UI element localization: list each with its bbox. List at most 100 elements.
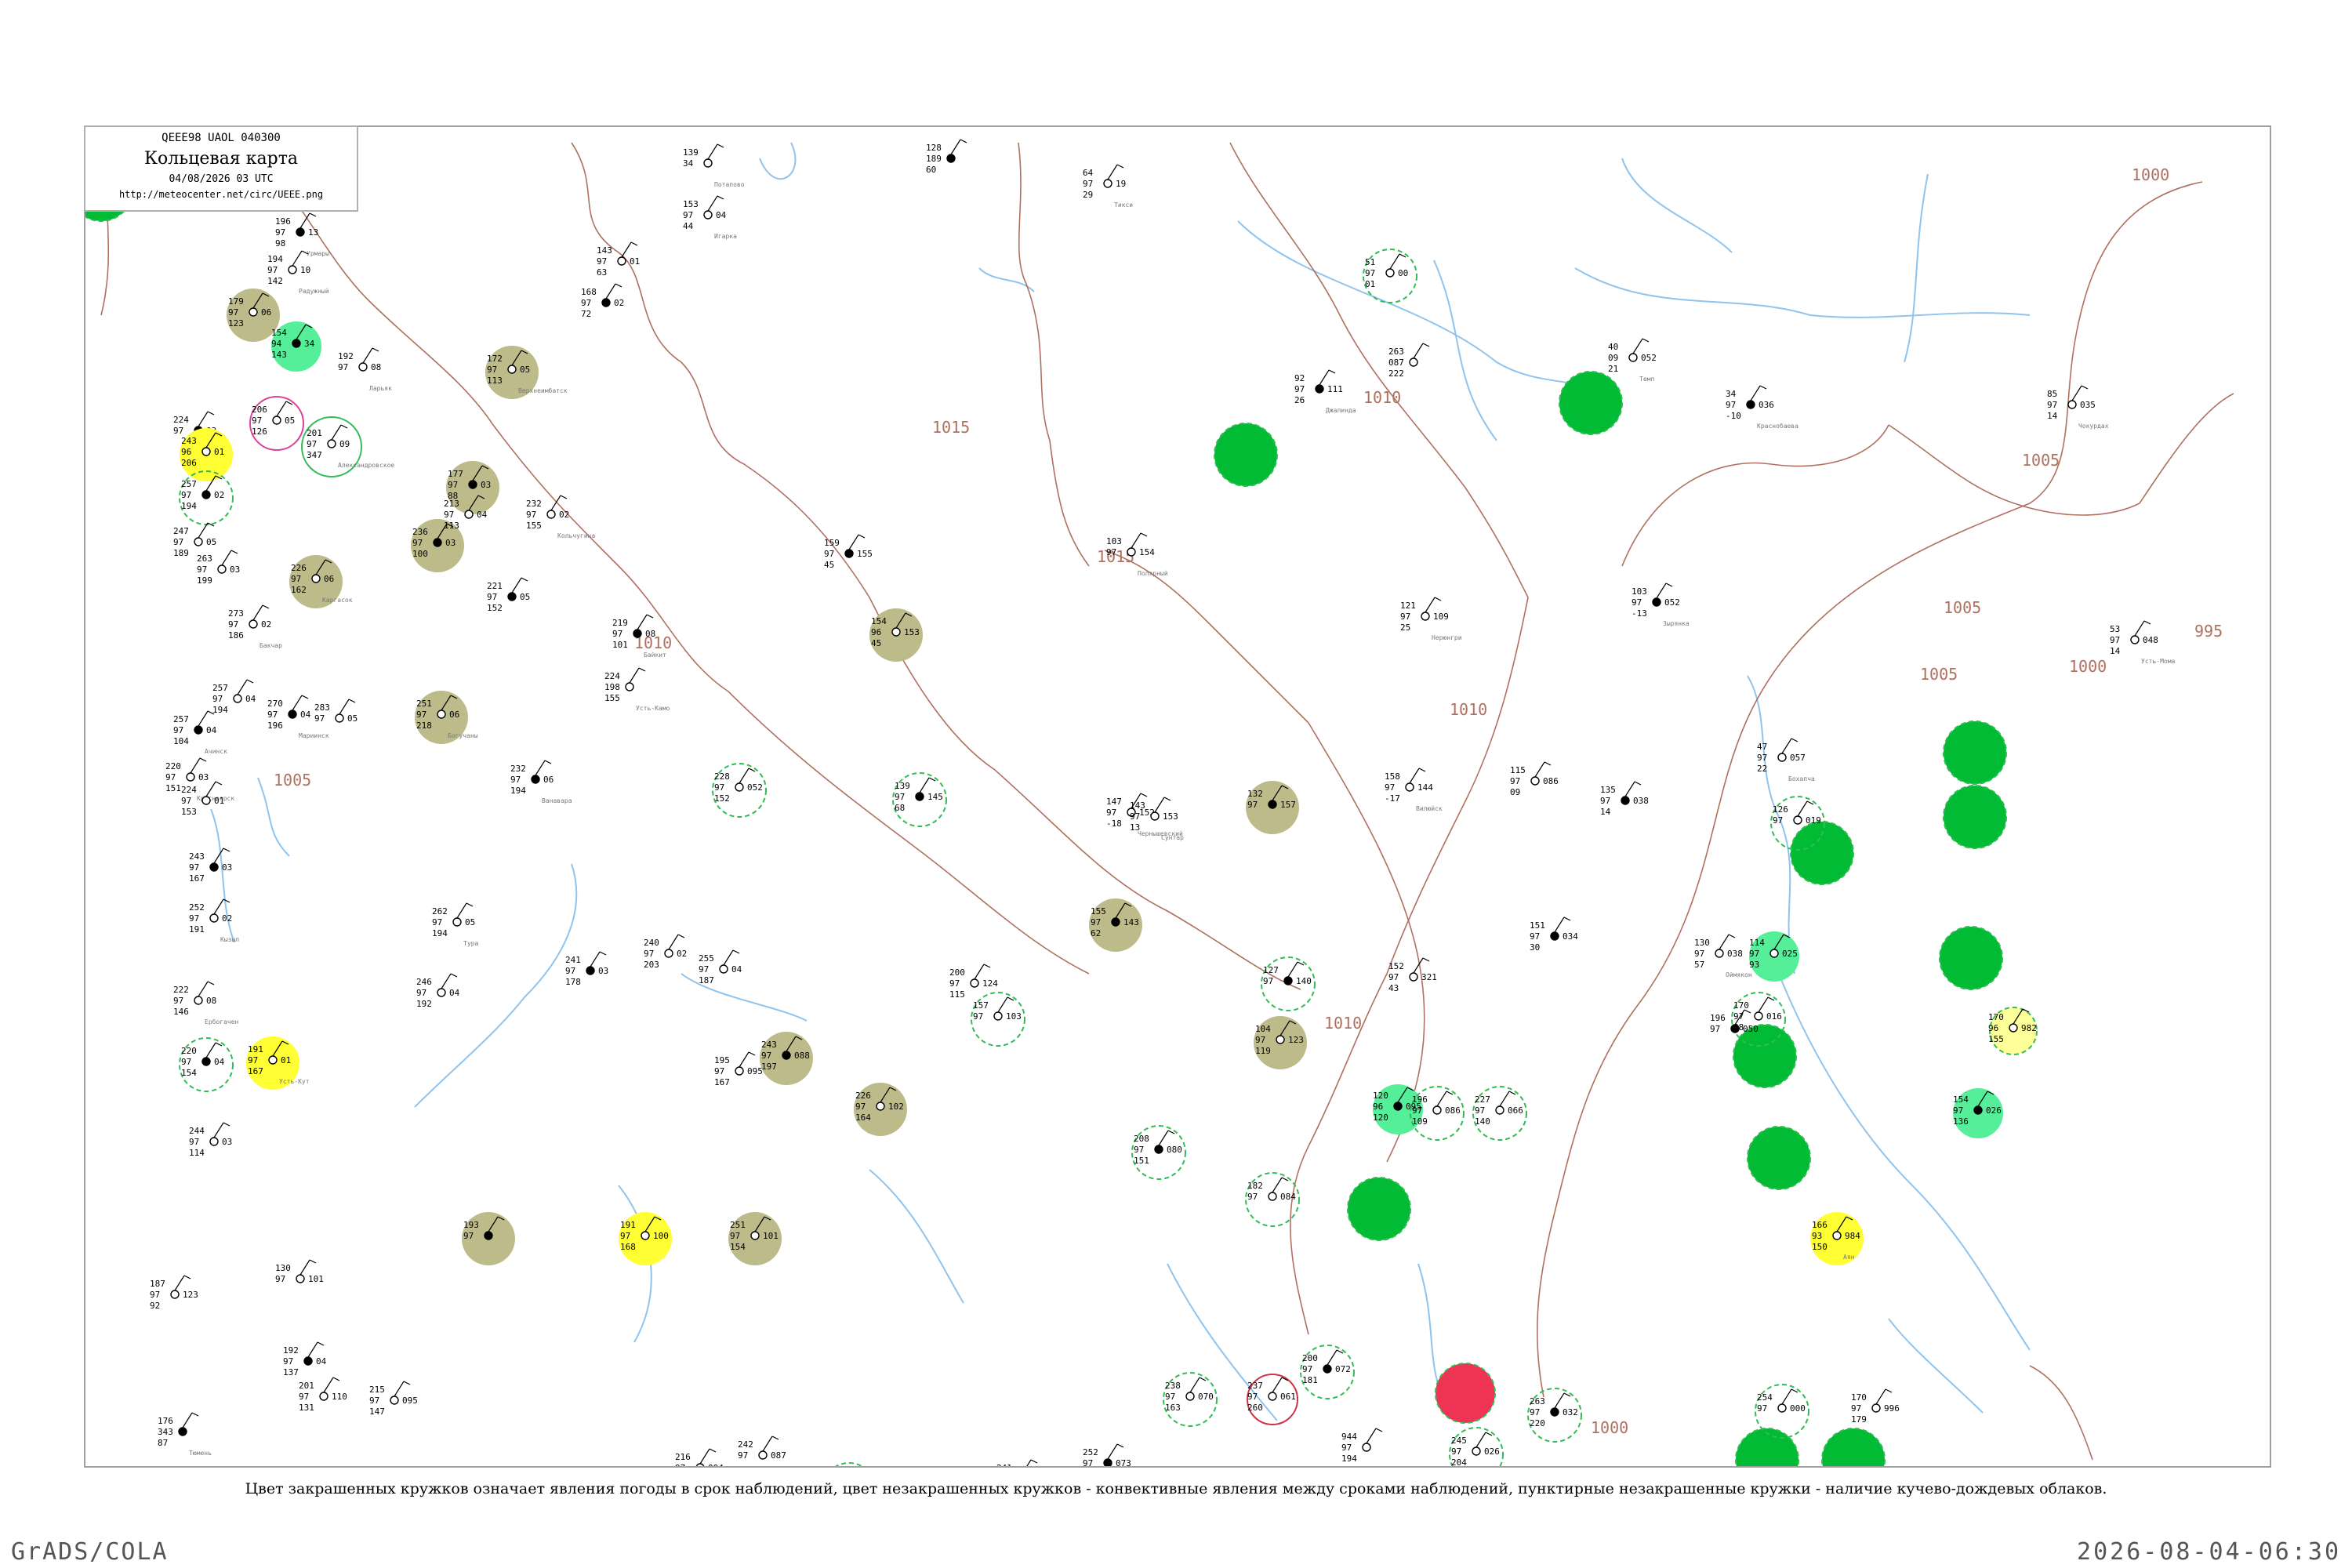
station-plot[interactable]: 13934 Потапово [683, 143, 745, 188]
station-plot[interactable]: 5197 00 01 [1363, 249, 1417, 303]
station-plot[interactable]: 24396 01 206 [180, 428, 233, 481]
station-plot[interactable]: 24297 087 [738, 1436, 786, 1461]
station-plot[interactable]: 11597 086 09 [1510, 761, 1559, 797]
station-plot[interactable]: 17097 996 179 [1851, 1388, 1900, 1425]
station-plot[interactable]: 26397 03 199 [197, 550, 240, 586]
station-plot[interactable]: 12797 140 [1261, 956, 1316, 1011]
station-plot[interactable]: 25597 04 187 [699, 949, 742, 985]
station-plot[interactable]: 10397 154 Полярный [1106, 532, 1168, 577]
station-plot[interactable]: 15997 155 45 [824, 534, 873, 570]
station-plot[interactable]: 10497 123 119 [1254, 1016, 1307, 1069]
station-plot[interactable]: 24597 026 204 [1449, 1427, 1504, 1466]
station-plot[interactable]: 22697 102 164 [854, 1083, 907, 1136]
station-plot[interactable]: 15496 153 45 [869, 608, 923, 662]
station-plot[interactable]: 19397 [462, 1212, 515, 1265]
station-plot[interactable]: 19697 086 109 [1410, 1086, 1465, 1141]
rain-circle[interactable] [1821, 1428, 1886, 1466]
rain-circle[interactable] [1939, 926, 2003, 990]
station-plot[interactable]: 224198155 Усть-Камо [604, 667, 670, 712]
station-plot[interactable]: 13297 157 [1246, 781, 1299, 834]
station-plot[interactable]: 3497 036 -10 Краснобаева [1726, 385, 1798, 430]
station-plot[interactable]: 13597 038 14 [1600, 781, 1649, 817]
station-plot[interactable]: 19197 100 168 [619, 1212, 672, 1265]
rain-circle[interactable] [1214, 423, 1278, 487]
station-plot[interactable]: 23897 070 163 [1163, 1372, 1218, 1427]
station-plot[interactable]: 19297 08 Ларьяк [338, 347, 392, 392]
station-plot[interactable]: 24197081 [996, 1459, 1045, 1466]
rain-circle[interactable] [1943, 785, 2007, 849]
station-plot[interactable]: 19197 01 167 Усть-Кут [246, 1036, 310, 1090]
rain-circle[interactable] [1790, 821, 1854, 885]
station-plot[interactable]: 24197 03 178 [565, 951, 608, 987]
station-plot[interactable]: 25297073179Усть-Кара [1083, 1443, 1149, 1466]
station-plot[interactable]: 25197 06 218 Богучаны [415, 691, 478, 744]
station-plot[interactable]: 22197 05 152 [487, 577, 530, 613]
station-plot[interactable]: 28397 05 [314, 699, 358, 724]
station-plot[interactable]: 15397 04 44 Игарка [683, 195, 737, 240]
station-plot[interactable]: 24097 02 203 [644, 934, 687, 970]
rain-circle[interactable] [1559, 371, 1623, 435]
station-plot[interactable]: 15297 321 43 [1388, 957, 1437, 993]
station-plot[interactable]: 19597 095 167 [714, 1051, 763, 1087]
station-plot[interactable]: 8597 035 14 Чокурдах [2047, 385, 2109, 430]
station-plot[interactable]: 25297 02 191 Кызыл [189, 898, 239, 943]
station-plot[interactable]: 15497 026 136 [1953, 1088, 2003, 1138]
station-plot[interactable]: 24397 03 167 [189, 848, 232, 884]
station-plot[interactable]: 15897 144 -17 Вилюйск [1385, 768, 1443, 812]
station-plot[interactable]: 22897 052 152 [712, 763, 767, 818]
station-plot[interactable]: 9297 111 26 Джалинда [1294, 369, 1356, 414]
station-plot[interactable]: 4009 052 21 Темп [1608, 338, 1657, 383]
station-plot[interactable]: 22097 04 154 [179, 1037, 234, 1092]
station-plot[interactable]: 23297 06 194 Ванавара [510, 760, 572, 804]
station-plot[interactable]: 23797 061 260 [1247, 1374, 1298, 1425]
station-plot[interactable]: 20197 09 347 Александровское [301, 416, 394, 477]
station-plot[interactable]: 22697 06 162 Каргасок [289, 555, 353, 608]
station-plot[interactable]: 20697 05 126 [249, 396, 304, 451]
station-plot[interactable]: 24497 03 114 [189, 1122, 232, 1158]
station-plot[interactable]: 6497 19 29 Тикси [1083, 164, 1133, 209]
station-plot[interactable]: 22497 01 153 [181, 781, 224, 817]
station-plot[interactable]: 15797 103 [971, 992, 1025, 1047]
station-plot[interactable]: 16897 02 72 [581, 283, 624, 319]
station-plot[interactable]: 12197 109 25 Нерюнгри [1400, 597, 1462, 641]
station-plot[interactable]: 4797 057 22 Бохапча [1757, 738, 1815, 782]
rain-circle[interactable] [1733, 1024, 1797, 1088]
station-plot[interactable]: 15494 34 143 [271, 321, 321, 372]
thunderstorm-circle[interactable] [1435, 1363, 1496, 1424]
station-plot[interactable]: 17297 05 113 Верхнеимбатск [485, 346, 568, 399]
station-plot[interactable]: 20197 110 131 [299, 1377, 347, 1413]
station-plot[interactable]: 15197 034 30 [1530, 916, 1578, 953]
station-plot[interactable]: 20897 080 151 [1131, 1125, 1186, 1180]
station-plot[interactable]: 26297 05 194 Тура [432, 902, 478, 947]
station-plot[interactable]: 25097084154 [822, 1462, 876, 1466]
station-plot[interactable]: 13997 145 68 [892, 772, 947, 827]
station-plot[interactable]: 13097 038 57 Оймякон [1694, 934, 1752, 978]
station-plot[interactable]: 27397 02 186 Бакчар [228, 604, 282, 649]
station-plot[interactable]: 13097 101 [275, 1259, 324, 1284]
station-plot[interactable]: 19497 10 142 Радужный [267, 250, 329, 295]
station-plot[interactable]: 24697 04 192 [416, 973, 460, 1009]
station-plot[interactable]: 21697 094 [675, 1448, 724, 1466]
station-plot[interactable]: 21597 095 147 [369, 1381, 418, 1417]
station-plot[interactable]: 16693 984 150 Аян [1810, 1212, 1864, 1265]
station-plot[interactable]: 25197 101 154 [728, 1212, 782, 1265]
station-plot[interactable]: 22797 066 140 [1472, 1086, 1527, 1141]
station-plot[interactable]: 20097 072 181 [1300, 1345, 1355, 1399]
station-plot[interactable]: 25797 04 104 Ачинск [173, 710, 227, 755]
station-plot[interactable]: 5397 048 14 Усть-Мома [2110, 620, 2176, 665]
station-plot[interactable]: 94497194 [1341, 1428, 1383, 1464]
station-plot[interactable]: 17096 982 155 [1988, 1007, 2038, 1055]
station-plot[interactable]: 23297 02 155 Кольчугина [526, 495, 595, 539]
station-plot[interactable]: 12818960 [926, 139, 967, 175]
station-plot[interactable]: 18797 123 92 [150, 1275, 198, 1311]
station-plot[interactable]: 26397 032 220 [1527, 1388, 1582, 1443]
map-url[interactable]: http://meteocenter.net/circ/UEEE.png [85, 189, 357, 200]
station-plot[interactable]: 22297 08 146 Ербогачен [173, 981, 239, 1025]
station-plot[interactable]: 17634387 Тюмень [158, 1412, 212, 1457]
station-plot[interactable]: 25797 04 194 [212, 679, 256, 715]
rain-circle[interactable] [1943, 720, 2007, 785]
station-plot[interactable]: 24397 088 197 [760, 1032, 813, 1085]
station-plot[interactable]: 263087222 [1388, 343, 1430, 379]
rain-circle[interactable] [1747, 1126, 1811, 1190]
map-canvas[interactable]: 1015101510101010101010051005100510001000… [85, 127, 2270, 1466]
